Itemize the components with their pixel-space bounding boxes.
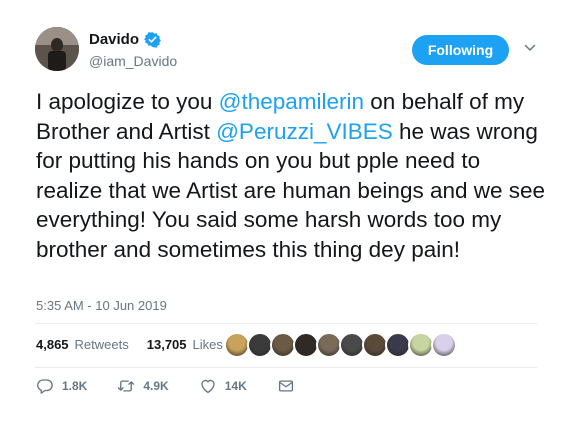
like-count: 14K	[224, 379, 247, 393]
retweet-icon	[118, 380, 135, 392]
mention-link[interactable]: @Peruzzi_VIBES	[216, 119, 393, 144]
like-button[interactable]: 14K	[199, 377, 247, 395]
following-button[interactable]: Following	[412, 35, 509, 65]
tweet-stats: 4,865 Retweets 13,705 Likes	[36, 337, 223, 352]
chevron-down-icon[interactable]	[524, 42, 536, 54]
tweet-timestamp[interactable]: 5:35 AM - 10 Jun 2019	[36, 298, 167, 313]
retweet-count: 4.9K	[143, 379, 169, 393]
direct-message-button[interactable]	[277, 377, 295, 395]
envelope-icon	[278, 380, 293, 392]
tweet-actions: 1.8K 4.9K 14K	[36, 377, 295, 395]
retweets-label[interactable]: Retweets	[75, 337, 129, 352]
divider	[35, 367, 537, 368]
verified-badge-icon	[144, 32, 161, 48]
heart-icon	[201, 379, 215, 394]
display-name-text[interactable]: Davido	[89, 31, 139, 48]
reply-icon	[37, 379, 53, 394]
avatar-image	[35, 27, 79, 71]
reply-button[interactable]: 1.8K	[36, 377, 87, 395]
retweet-button[interactable]: 4.9K	[117, 377, 169, 395]
divider	[35, 323, 537, 324]
likes-label[interactable]: Likes	[193, 337, 223, 352]
likers-avatars[interactable]	[224, 332, 457, 358]
retweets-count[interactable]: 4,865	[36, 337, 69, 352]
tweet-card: Davido @iam_Davido Following I apologize…	[0, 0, 572, 421]
user-handle[interactable]: @iam_Davido	[89, 53, 177, 69]
mention-link[interactable]: @thepamilerin	[219, 89, 364, 114]
display-name[interactable]: Davido	[89, 31, 161, 48]
tweet-text: I apologize to you @thepamilerin on beha…	[36, 87, 546, 264]
likes-count[interactable]: 13,705	[147, 337, 187, 352]
tweet-text-part: I apologize to you	[36, 89, 219, 114]
reply-count: 1.8K	[62, 379, 88, 393]
avatar[interactable]	[35, 27, 79, 71]
liker-avatar[interactable]	[431, 332, 457, 358]
